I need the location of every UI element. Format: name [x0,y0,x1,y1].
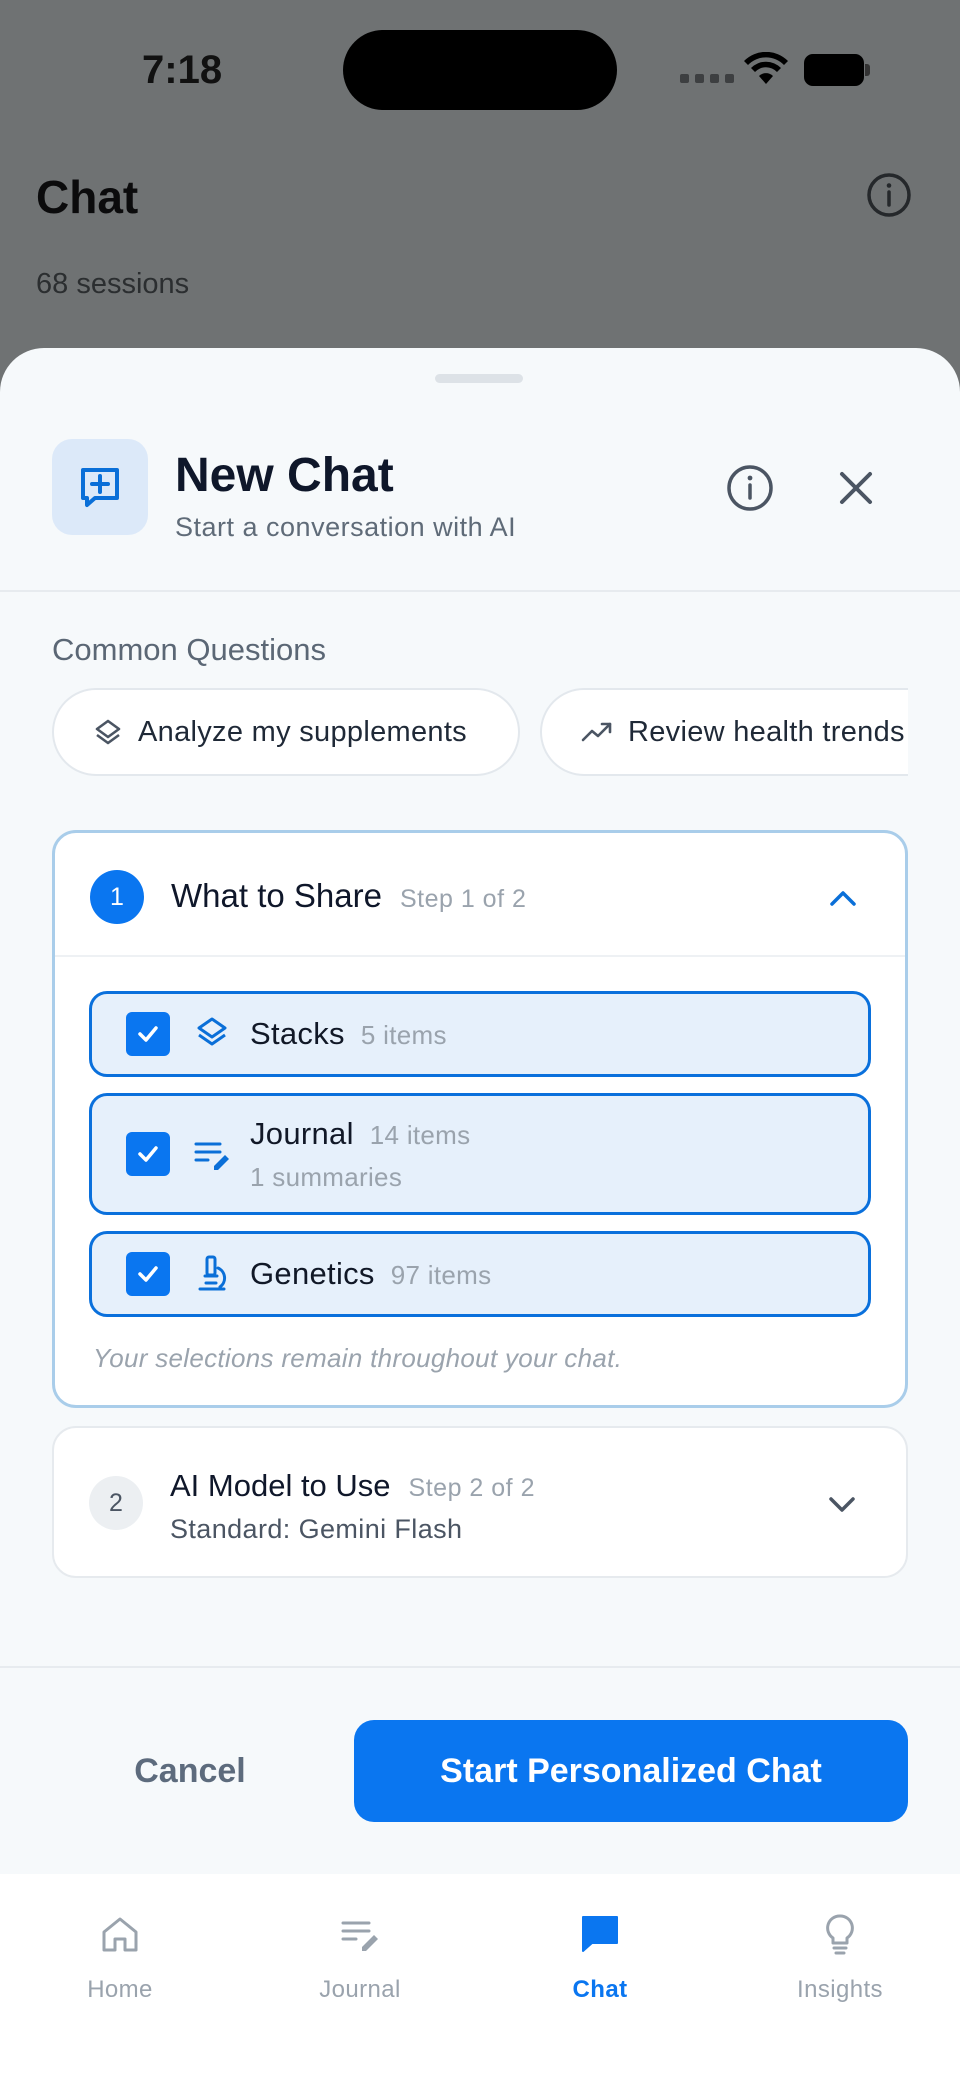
share-item-count: 5 items [360,1020,447,1050]
status-bar: 7:18 [0,0,960,140]
chip-review-health-trends[interactable]: Review health trends [540,688,908,776]
tab-journal[interactable]: Journal [240,1896,480,2016]
trending-up-icon [581,722,612,742]
session-count: 68 sessions [36,268,190,300]
chevron-up-icon[interactable] [823,879,863,919]
step-2-title: AI Model to Use Step 2 of 2 [170,1468,535,1504]
dynamic-island [343,30,617,110]
sheet-grabber[interactable] [435,374,523,383]
background-page-title: Chat [36,171,139,223]
checkmark-icon [138,1146,158,1162]
sheet-subtitle: Start a conversation with AI [175,512,517,542]
step-what-to-share: 1 What to Share Step 1 of 2 Stacks 5 items [52,830,908,1408]
step-1-meta: Step 1 of 2 [399,885,527,913]
tab-label: Chat [572,1976,628,2003]
chip-analyze-supplements[interactable]: Analyze my supplements [52,688,520,776]
share-item-label: Genetics 97 items [250,1256,491,1292]
home-icon [102,1917,138,1952]
step-1-title: What to Share Step 1 of 2 [171,877,526,915]
share-item-name: Stacks [250,1016,345,1051]
start-personalized-chat-button[interactable]: Start Personalized Chat [354,1720,908,1822]
step-ai-model[interactable]: 2 AI Model to Use Step 2 of 2 Standard: G… [52,1426,908,1578]
step-1-number: 1 [90,870,144,924]
footer-divider [0,1666,960,1668]
tab-label: Journal [319,1976,401,2003]
status-time: 7:18 [142,48,223,92]
info-icon [867,173,911,217]
lightbulb-icon [826,1914,854,1955]
tab-insights[interactable]: Insights [720,1896,960,2016]
checkmark-icon [138,1266,158,1282]
share-item-stacks[interactable]: Stacks 5 items [89,991,871,1077]
checkbox-checked[interactable] [126,1252,170,1296]
battery-icon [804,54,870,86]
info-button[interactable] [724,462,776,514]
edit-notes-icon [194,1142,229,1170]
wifi-icon [744,52,788,84]
new-chat-sheet: New Chat Start a conversation with AI Co… [0,348,960,2077]
step-1-title-text: What to Share [171,877,382,914]
step-2-title-text: AI Model to Use [170,1468,391,1503]
selections-note: Your selections remain throughout your c… [93,1343,623,1373]
step-2-number: 2 [89,1476,143,1530]
share-item-label: Journal 14 items [250,1116,470,1152]
share-item-summaries: 1 summaries [250,1162,403,1192]
tab-bar: Home Journal Chat Insights [0,1874,960,2077]
share-item-genetics[interactable]: Genetics 97 items [89,1231,871,1317]
cellular-signal-icon [680,74,734,83]
checkbox-checked[interactable] [126,1132,170,1176]
chat-plus-icon [52,439,148,535]
share-item-label: Stacks 5 items [250,1016,447,1052]
chevron-down-icon[interactable] [822,1484,862,1524]
sheet-title: New Chat [175,449,394,502]
microscope-icon [198,1255,227,1291]
share-item-name: Genetics [250,1256,375,1291]
layers-icon [197,1017,227,1046]
layers-icon [95,719,121,745]
chip-label: Analyze my supplements [138,715,467,748]
share-item-journal[interactable]: Journal 14 items 1 summaries [89,1093,871,1215]
close-button[interactable] [830,462,882,514]
common-questions-chips: Analyze my supplements Review health tre… [52,688,908,782]
share-item-count: 97 items [390,1260,492,1290]
checkbox-checked[interactable] [126,1012,170,1056]
tab-label: Home [87,1976,153,2003]
step-2-meta: Step 2 of 2 [408,1474,535,1502]
chip-label: Review health trends [628,715,905,748]
journal-icon [341,1921,378,1951]
checkmark-icon [138,1026,158,1042]
step-1-header[interactable]: 1 What to Share Step 1 of 2 [55,833,905,957]
tab-home[interactable]: Home [0,1896,240,2016]
common-questions-label: Common Questions [52,632,326,667]
cancel-button[interactable]: Cancel [52,1720,328,1822]
tab-label: Insights [797,1976,883,2003]
sheet-header: New Chat Start a conversation with AI [0,408,960,592]
share-item-name: Journal [250,1116,354,1151]
share-item-count: 14 items [369,1120,471,1150]
selected-model: Standard: Gemini Flash [170,1514,463,1544]
chat-icon [582,1916,618,1952]
tab-chat[interactable]: Chat [480,1896,720,2016]
